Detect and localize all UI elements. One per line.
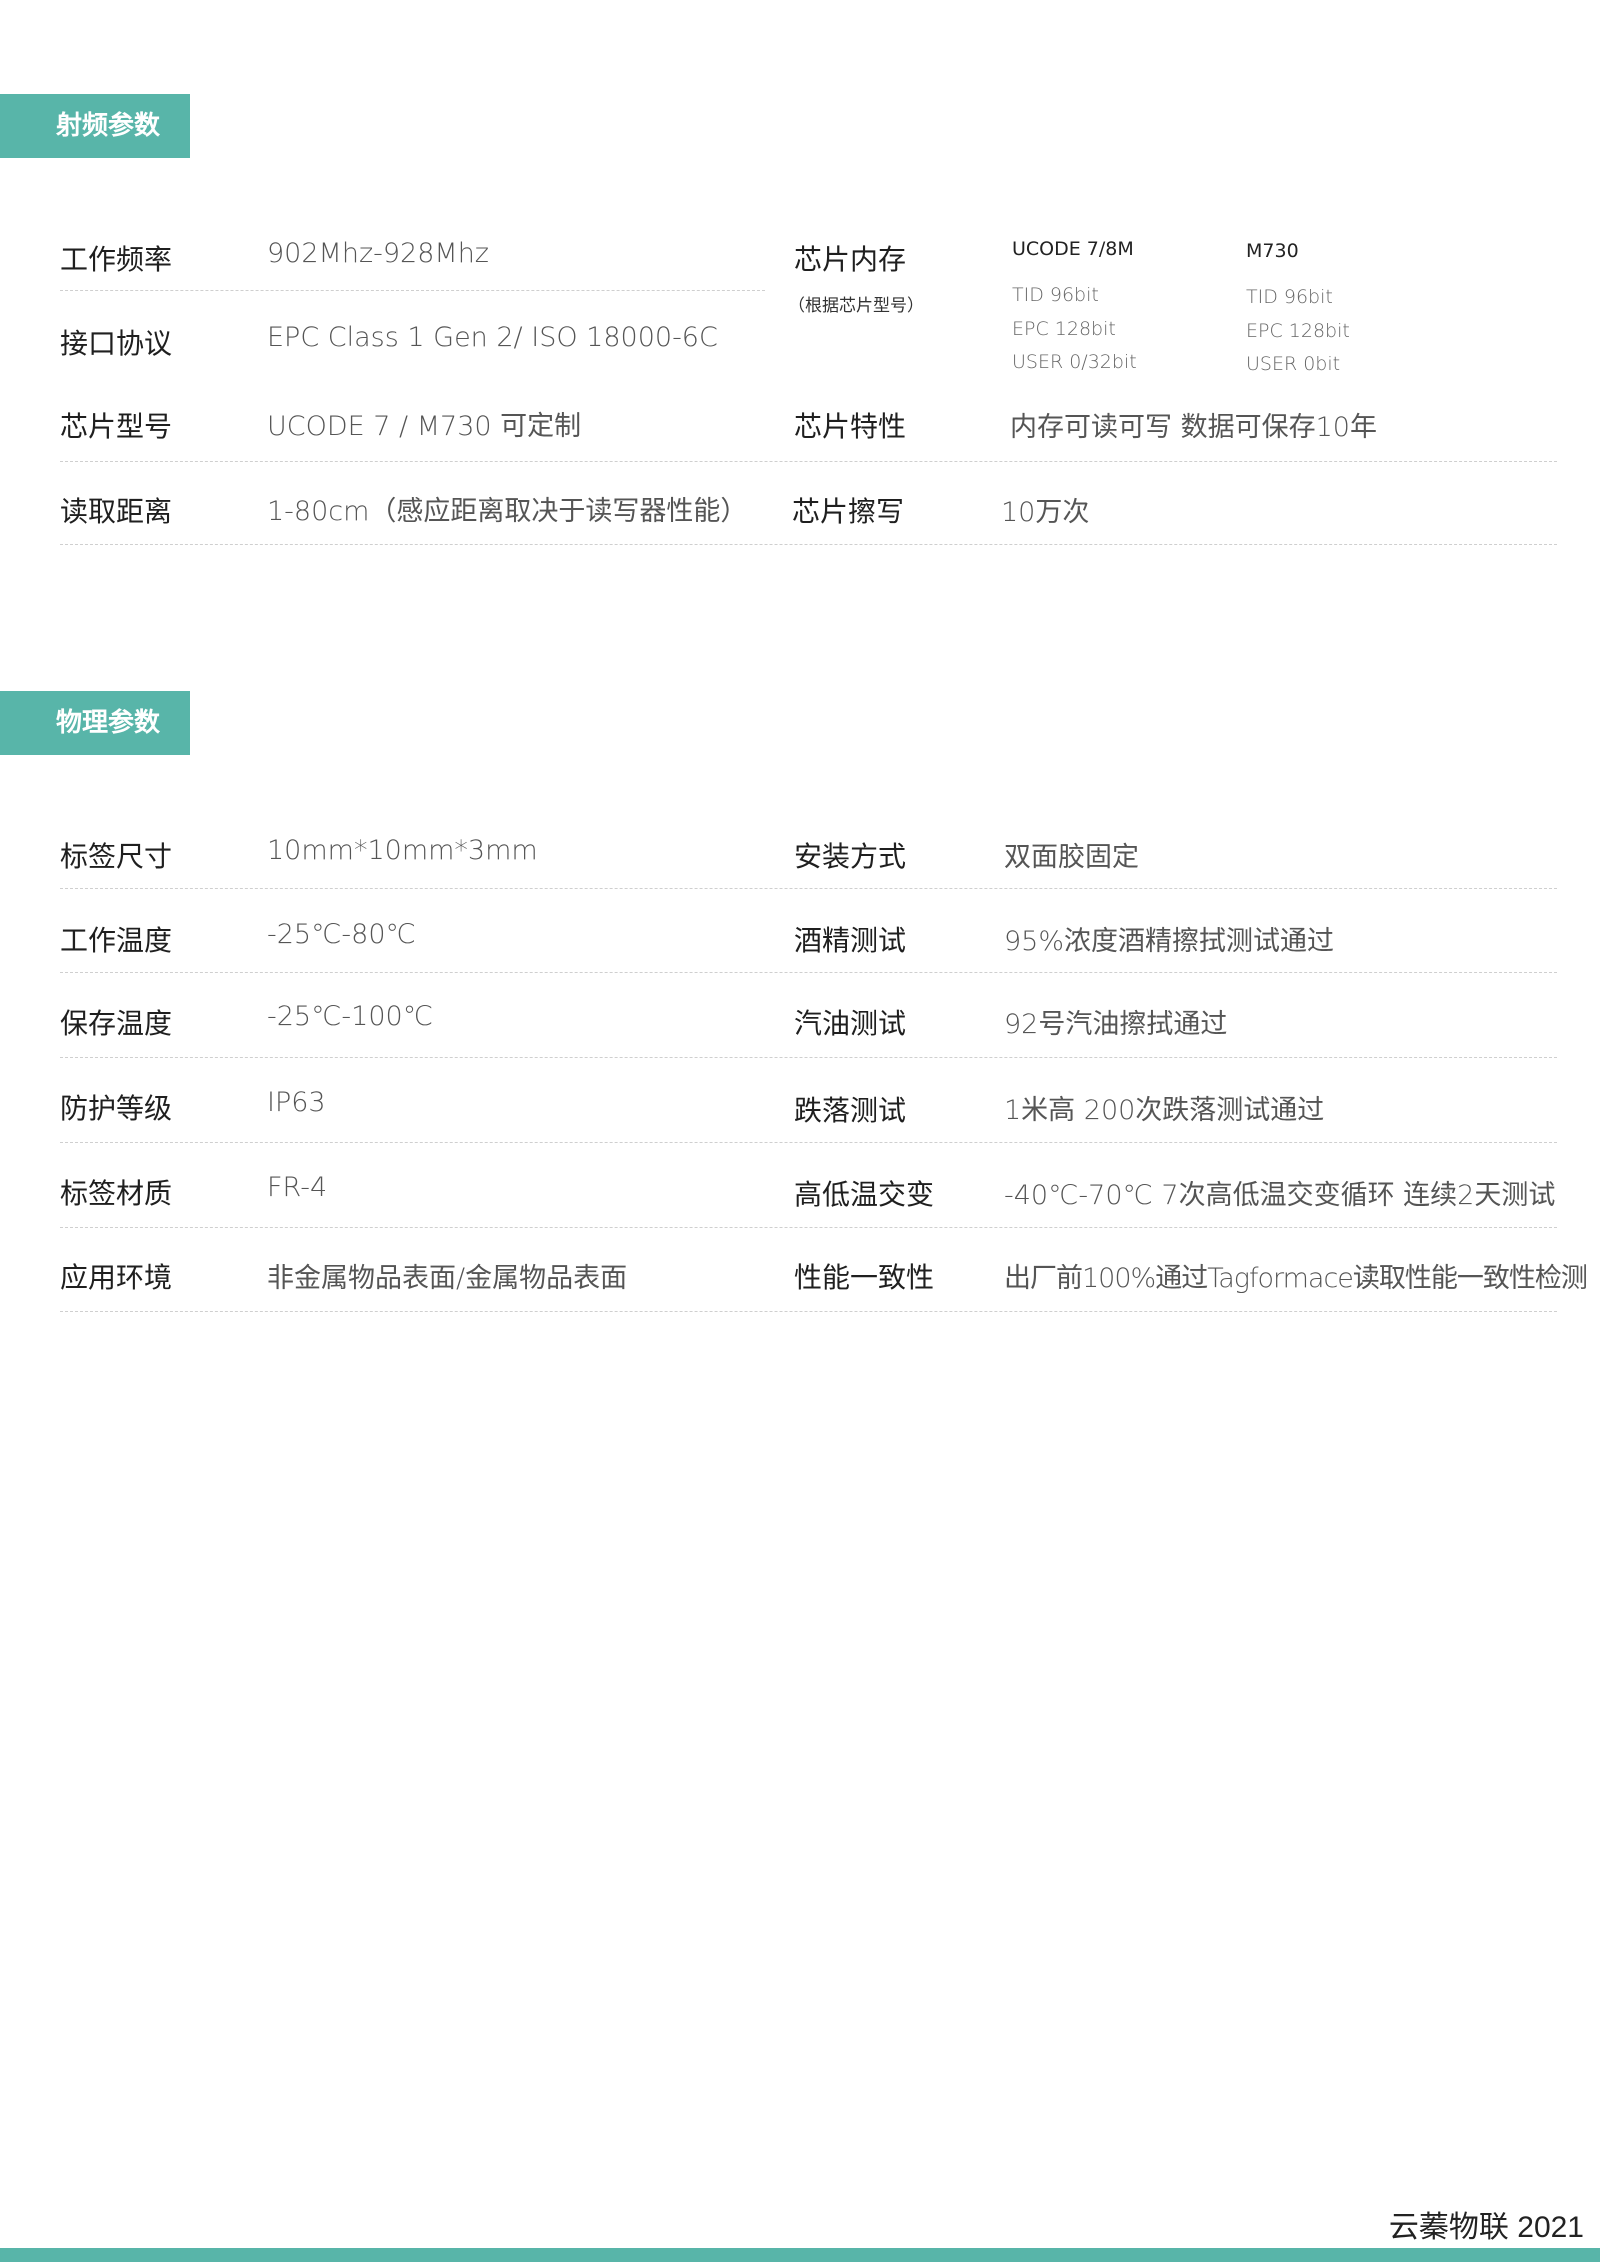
rf-value-chip-model: UCODE 7 / M730 可定制 — [267, 411, 582, 442]
phys-value: 10mm*10mm*3mm — [267, 835, 538, 866]
rf-value-read-distance: 1-80cm（感应距离取决于读写器性能） — [267, 496, 748, 527]
phys-label: 酒精测试 — [794, 924, 907, 957]
rf-value-protocol: EPC Class 1 Gen 2/ ISO 18000-6C — [267, 322, 718, 353]
divider — [60, 544, 1557, 545]
phys-label: 保存温度 — [60, 1007, 173, 1040]
phys-value: 双面胶固定 — [1004, 842, 1139, 873]
divider — [60, 461, 1557, 462]
divider — [60, 972, 1557, 973]
footer-bar — [0, 2248, 1600, 2262]
rf-label-chip-model: 芯片型号 — [60, 410, 173, 443]
phys-label: 标签材质 — [60, 1177, 173, 1210]
rf-memory-col2-item: TID 96bit — [1246, 286, 1333, 308]
divider — [60, 1227, 1557, 1228]
divider — [60, 1057, 1557, 1058]
rf-memory-col2-item: USER 0bit — [1246, 353, 1341, 375]
rf-value-erase-cycles: 10万次 — [1001, 497, 1090, 528]
rf-memory-col2-head: M730 — [1246, 240, 1299, 262]
phys-label: 汽油测试 — [794, 1007, 907, 1040]
rf-label-chip-feature: 芯片特性 — [794, 410, 907, 443]
rf-memory-col1-head: UCODE 7/8M — [1012, 238, 1134, 260]
rf-memory-col1-item: EPC 128bit — [1012, 318, 1116, 340]
rf-memory-col1-item: TID 96bit — [1012, 284, 1099, 306]
rf-label-protocol: 接口协议 — [60, 327, 173, 360]
divider — [60, 1142, 1557, 1143]
phys-label: 应用环境 — [60, 1261, 173, 1294]
rf-label-memory: 芯片内存 — [794, 243, 907, 276]
phys-label: 工作温度 — [60, 924, 173, 957]
rf-memory-note: （根据芯片型号） — [788, 296, 924, 316]
phys-value: -40℃-70℃ 7次高低温交变循环 连续2天测试 — [1004, 1180, 1556, 1211]
rf-label-frequency: 工作频率 — [60, 243, 173, 276]
phys-label: 防护等级 — [60, 1092, 173, 1125]
rf-section-tag: 射频参数 — [0, 94, 190, 158]
rf-memory-col1-item: USER 0/32bit — [1012, 351, 1137, 373]
rf-value-frequency: 902Mhz-928Mhz — [267, 238, 489, 269]
phys-value: 出厂前100%通过Tagformace读取性能一致性检测 — [1004, 1263, 1588, 1294]
rf-value-chip-feature: 内存可读可写 数据可保存10年 — [1010, 412, 1377, 443]
divider — [60, 1311, 1557, 1312]
phys-label: 跌落测试 — [794, 1094, 907, 1127]
phys-label: 性能一致性 — [794, 1261, 935, 1294]
footer-brand: 云蓁物联 2021 — [1388, 2211, 1584, 2244]
rf-label-read-distance: 读取距离 — [60, 495, 173, 528]
phys-value: 非金属物品表面/金属物品表面 — [267, 1263, 628, 1294]
phys-label: 标签尺寸 — [60, 840, 173, 873]
phys-value: 92号汽油擦拭通过 — [1004, 1009, 1228, 1040]
phys-value: -25℃-80℃ — [267, 919, 416, 950]
phys-section-tag: 物理参数 — [0, 691, 190, 755]
divider — [60, 888, 1557, 889]
phys-value: 95%浓度酒精擦拭测试通过 — [1004, 926, 1335, 957]
phys-value: 1米高 200次跌落测试通过 — [1004, 1095, 1325, 1126]
phys-label: 高低温交变 — [794, 1178, 935, 1211]
phys-label: 安装方式 — [794, 840, 907, 873]
rf-label-erase-cycles: 芯片擦写 — [792, 495, 905, 528]
rf-memory-col2-item: EPC 128bit — [1246, 320, 1350, 342]
phys-value: -25℃-100℃ — [267, 1001, 434, 1032]
phys-value: IP63 — [267, 1087, 326, 1118]
divider — [60, 290, 765, 291]
phys-value: FR-4 — [267, 1172, 328, 1203]
